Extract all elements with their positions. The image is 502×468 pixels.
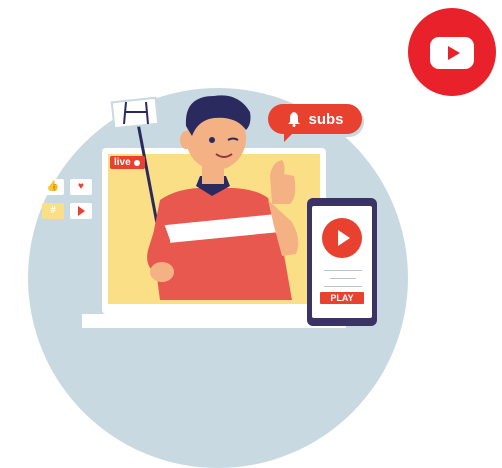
bell-icon bbox=[288, 112, 301, 127]
subs-bubble: subs bbox=[268, 104, 362, 142]
vlogger-figure bbox=[110, 95, 299, 300]
phone-text-line bbox=[330, 278, 356, 279]
phone-holder bbox=[110, 96, 160, 130]
hashtag-icon: # bbox=[42, 203, 64, 219]
play-icon bbox=[70, 203, 92, 219]
live-label: live bbox=[114, 157, 131, 168]
left-hand bbox=[150, 262, 174, 282]
subs-label: subs bbox=[308, 110, 344, 128]
eye bbox=[209, 137, 215, 143]
live-badge: live bbox=[110, 156, 145, 169]
heart-icon: ♥ bbox=[70, 179, 92, 195]
phone-text-line bbox=[324, 286, 362, 287]
phone-play-icon bbox=[322, 218, 362, 258]
ear bbox=[180, 131, 192, 149]
thumbs-up-icon: 👍 bbox=[42, 179, 64, 195]
play-button: PLAY bbox=[320, 292, 364, 304]
live-dot-icon bbox=[133, 159, 140, 166]
phone-text-line bbox=[324, 270, 362, 271]
illustration-stage: live subs 👍 ♥ # PLAY bbox=[0, 0, 502, 468]
thumbs-up-hand bbox=[270, 160, 296, 204]
